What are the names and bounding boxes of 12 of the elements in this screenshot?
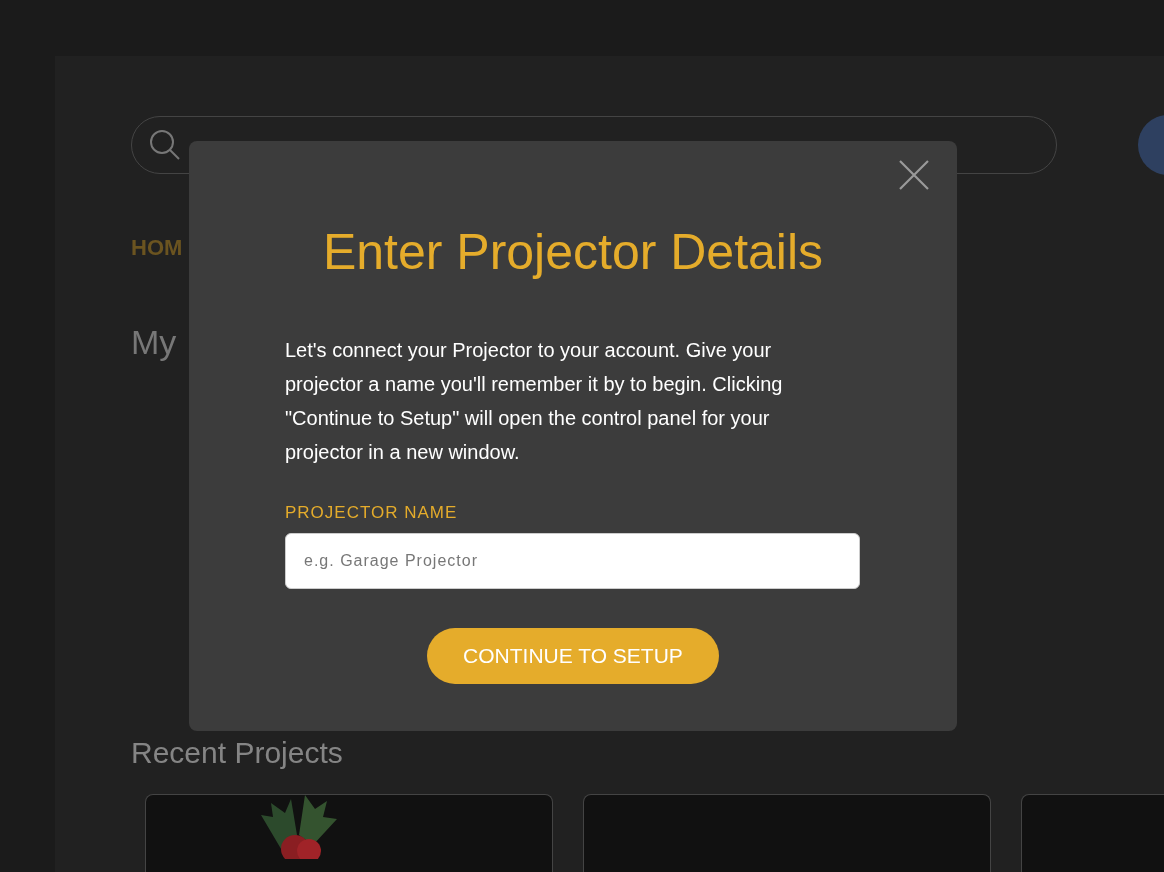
continue-button[interactable]: CONTINUE TO SETUP (427, 628, 719, 684)
modal-description: Let's connect your Projector to your account. Give your projector a name you'll remember it by to begin. Clicking "Continue to Setup" will open the control panel for your projector in a new window. (285, 338, 784, 465)
field-label: PROJECTOR NAME (285, 503, 459, 523)
project-card[interactable] (583, 794, 991, 872)
project-card[interactable] (145, 794, 553, 872)
modal-title: Enter Projector Details (321, 223, 825, 282)
section-heading: My (131, 323, 178, 362)
projector-name-input[interactable]: e.g. Garage Projector (285, 533, 860, 589)
search-icon (148, 128, 182, 162)
home-link[interactable]: HOM (131, 235, 191, 261)
section-heading: Recent Projects (131, 736, 344, 770)
close-icon[interactable] (898, 159, 930, 191)
